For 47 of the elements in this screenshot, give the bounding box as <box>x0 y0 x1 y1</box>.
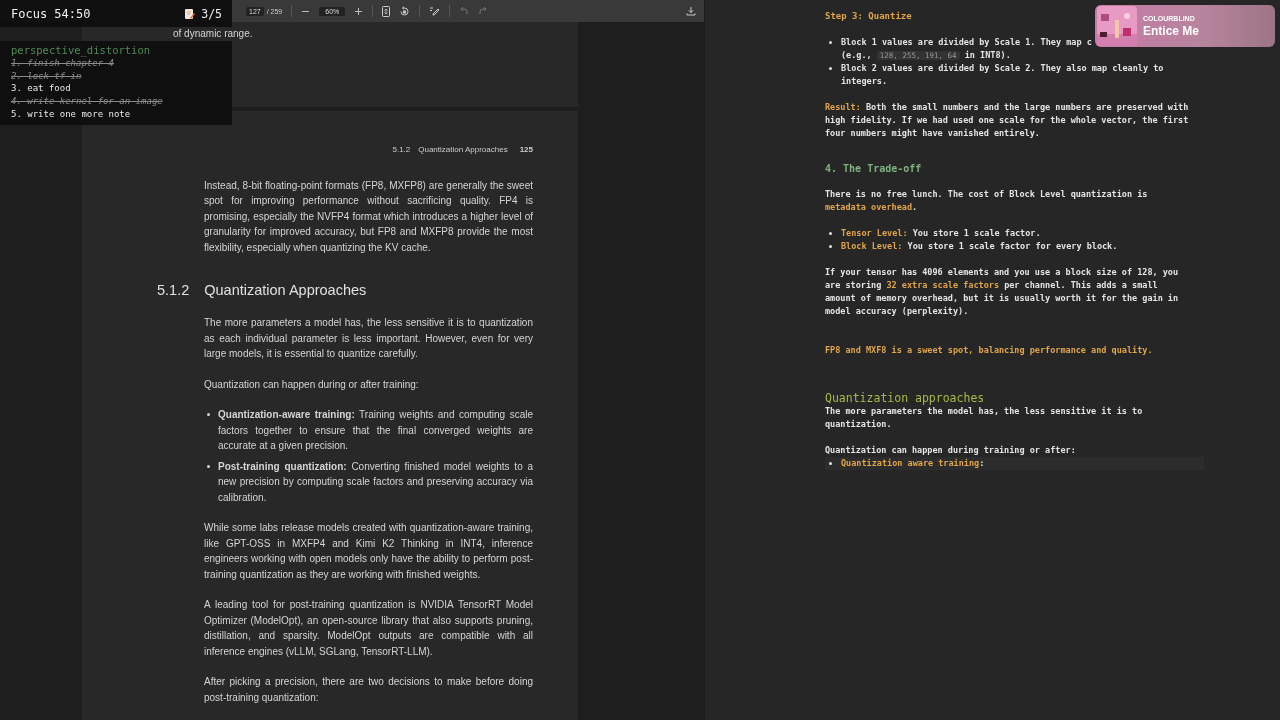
bullet-icon <box>207 413 210 417</box>
list-item: Quantization aware training: <box>841 457 985 470</box>
list-item: Post-training quantization: Converting finished model weights to a new precision by computing scale factors and preserving accuracy via calibration. <box>218 459 533 505</box>
bullet-icon <box>829 67 832 70</box>
section-heading: 4. The Trade-off <box>825 162 922 175</box>
fit-page-icon[interactable] <box>382 5 391 17</box>
download-icon[interactable] <box>686 6 696 16</box>
paragraph: If your tensor has 4096 elements and you use a block size of 128, you are storing 32 extra scale factors per channel. This adds a small amount of memory overhead, but it is usually worth it for the gain in model accuracy (perplexity). <box>825 266 1180 318</box>
list-item: Block 2 values are divided by Scale 2. They also map cleanly to integers. <box>841 62 1165 88</box>
task-item: 4. write kernel for an image <box>11 95 164 108</box>
list-item: Quantization-aware training: Training weights and computing scale factors together to ensure that the final converged weights are accurate at a given precision. <box>218 408 533 453</box>
paragraph: A leading tool for post-training quantization is NVIDIA TensorRT Model Optimizer (ModelOpt), an open-source library that also supports pruning, distillation, and sparsity. ModelOpt outputs are compatible with all inference engines (vLLM, SGLang, TensorRT-LLM). <box>204 598 533 659</box>
list-item: Tensor Level: You store 1 scale factor. <box>841 227 1041 240</box>
zoom-in-icon[interactable] <box>354 6 364 16</box>
step-heading: Step 3: Quantize <box>825 10 912 23</box>
task-item: 3. eat food <box>11 82 72 96</box>
paragraph: While some labs release models created with quantization-aware training, like GPT-OSS in MXFP4 and Kimi K2 Thinking in INT4, inference engineers working with open models only have the ability to perform post-training quantization as they are working with finished weights. <box>204 521 533 582</box>
bullet-icon <box>829 462 832 465</box>
list-item: Block Level: You store 1 scale factor for every block. <box>841 240 1118 253</box>
paragraph: The more parameters a model has, the less sensitive it is to quantization as each individual parameter is less important. However, even for very large models, it is essential to quantize carefully. <box>204 316 533 361</box>
running-header: 5.1.2 Quantization Approaches <box>392 144 508 154</box>
draw-icon[interactable] <box>429 6 441 16</box>
task-item: 5. write one more note <box>11 107 132 121</box>
rotate-icon[interactable] <box>399 5 411 17</box>
notes-heading: Quantization approaches <box>825 391 985 405</box>
paragraph: Quantization can happen during training or after: <box>825 444 1076 457</box>
focus-timer: Focus 54:50 <box>11 6 91 21</box>
page-number: 125 <box>519 144 533 154</box>
paragraph: Result: Both the small numbers and the large numbers are preserved with high fidelity. If we had used one scale for the whole vector, the first four numbers might have vanished entirely. <box>825 101 1190 140</box>
task-item: 2. lock tf in <box>11 69 83 83</box>
list-title: perspective_distortion <box>11 43 152 57</box>
bullet-icon <box>829 245 832 248</box>
highlight-text: FP8 and MXF8 is a sweet spot, balancing performance and quality. <box>825 344 1153 357</box>
song-title: Entice Me <box>1143 23 1199 38</box>
section-number: 5.1.2 <box>157 282 190 298</box>
paragraph: Quantization can happen during or after training: <box>204 377 420 392</box>
paragraph: of dynamic range. <box>173 27 254 41</box>
paragraph: There is no free lunch. The cost of Block Level quantization is metadata overhead. <box>825 188 1149 214</box>
bullet-icon <box>829 232 832 235</box>
paragraph: The more parameters the model has, the less sensitive it is to quantization. <box>825 405 1144 431</box>
notepad-icon <box>184 7 196 20</box>
task-item: 1. finish chapter 4 <box>11 57 115 70</box>
bullet-icon <box>207 464 210 468</box>
paragraph: Instead, 8-bit floating-point formats (FP8, MXFP8) are generally the sweet spot for improving performance without sacrificing quality. FP4 is promising, especially the NVFP4 format which introduces a higher level of granularity for improved accuracy, but FP8 and MXFP8 provide the most flexibility, especially when quantizing the KV cache. <box>204 178 533 255</box>
paragraph: After picking a precision, there are two decisions to make before doing post-training quantization: <box>204 675 533 705</box>
section-heading: Quantization Approaches <box>204 282 367 298</box>
bullet-icon <box>829 41 832 44</box>
